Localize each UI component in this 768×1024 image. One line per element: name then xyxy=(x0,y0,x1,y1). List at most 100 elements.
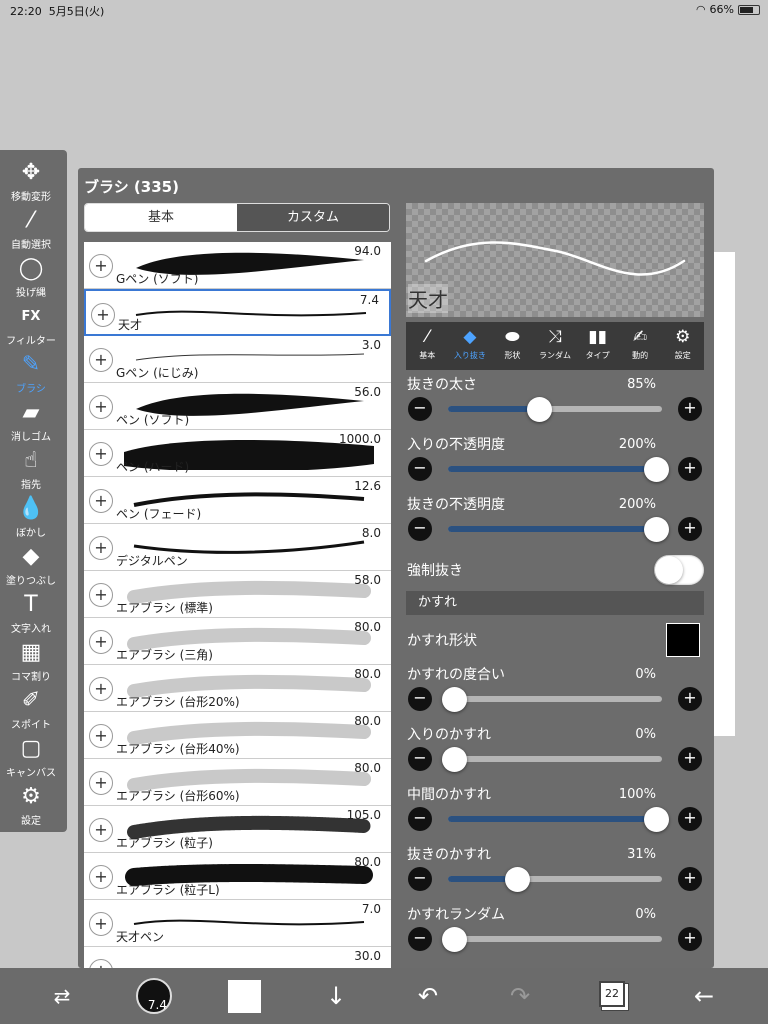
settings-tab[interactable]: ⁄ 基本 xyxy=(406,322,449,370)
slider-track[interactable] xyxy=(448,876,662,882)
brush-item[interactable]: +30.0 xyxy=(84,947,391,968)
increment-button[interactable]: + xyxy=(678,807,702,831)
increment-button[interactable]: + xyxy=(678,457,702,481)
brush-item[interactable]: +80.0 エアブラシ (台形20%) xyxy=(84,665,391,712)
redo-icon[interactable]: ↷ xyxy=(502,978,538,1014)
settings-tab[interactable]: ▮▮ タイプ xyxy=(576,322,619,370)
undo-icon[interactable]: ↶ xyxy=(410,978,446,1014)
tool-text[interactable]: T 文字入れ xyxy=(0,590,62,638)
scratch-shape-swatch[interactable] xyxy=(666,623,700,657)
slider-track[interactable] xyxy=(448,816,662,822)
add-to-custom-button[interactable]: + xyxy=(89,912,113,936)
decrement-button[interactable]: − xyxy=(408,747,432,771)
tab-custom[interactable]: カスタム xyxy=(237,204,389,231)
brush-stroke-sample xyxy=(124,951,374,968)
tab-basic[interactable]: 基本 xyxy=(85,204,237,231)
add-to-custom-button[interactable]: + xyxy=(89,724,113,748)
slider-track[interactable] xyxy=(448,756,662,762)
brush-item[interactable]: +105.0 エアブラシ (粒子) xyxy=(84,806,391,853)
increment-button[interactable]: + xyxy=(678,747,702,771)
settings-tab[interactable]: ✍ 動的 xyxy=(619,322,662,370)
tool-settings[interactable]: ⚙ 設定 xyxy=(0,782,62,830)
settings-tab[interactable]: ⬬ 形状 xyxy=(491,322,534,370)
decrement-button[interactable]: − xyxy=(408,457,432,481)
slider-track[interactable] xyxy=(448,936,662,942)
brush-item[interactable]: +80.0 エアブラシ (台形40%) xyxy=(84,712,391,759)
tool-canvas[interactable]: ▢ キャンバス xyxy=(0,734,62,782)
tool-magic[interactable]: ⁄ 自動選択 xyxy=(0,206,62,254)
add-to-custom-button[interactable]: + xyxy=(89,865,113,889)
tool-move[interactable]: ✥ 移動変形 xyxy=(0,158,62,206)
decrement-button[interactable]: − xyxy=(408,807,432,831)
slider-track[interactable] xyxy=(448,406,662,412)
brush-item[interactable]: +7.0 天才ペン xyxy=(84,900,391,947)
transform-quick-icon[interactable]: ⇄ xyxy=(44,978,80,1014)
brush-item[interactable]: +80.0 エアブラシ (粒子L) xyxy=(84,853,391,900)
tool-blur[interactable]: 💧 ぼかし xyxy=(0,494,62,542)
add-to-custom-button[interactable]: + xyxy=(89,630,113,654)
color-picker-button[interactable] xyxy=(228,980,261,1013)
increment-button[interactable]: + xyxy=(678,397,702,421)
tool-lasso[interactable]: ◯ 投げ縄 xyxy=(0,254,62,302)
brush-item[interactable]: +1000.0 ペン (ハード) xyxy=(84,430,391,477)
tool-fill[interactable]: ◆ 塗りつぶし xyxy=(0,542,62,590)
brush-item[interactable]: +56.0 ペン (ソフト) xyxy=(84,383,391,430)
add-to-custom-button[interactable]: + xyxy=(89,395,113,419)
settings-tab[interactable]: ⚙ 設定 xyxy=(661,322,704,370)
add-to-custom-button[interactable]: + xyxy=(89,254,113,278)
brush-item[interactable]: +58.0 エアブラシ (標準) xyxy=(84,571,391,618)
slider-knob[interactable] xyxy=(644,807,669,832)
tool-smudge[interactable]: ☝ 指先 xyxy=(0,446,62,494)
add-to-custom-button[interactable]: + xyxy=(89,489,113,513)
brush-item[interactable]: +12.6 ペン (フェード) xyxy=(84,477,391,524)
add-to-custom-button[interactable]: + xyxy=(89,677,113,701)
decrement-button[interactable]: − xyxy=(408,927,432,951)
increment-button[interactable]: + xyxy=(678,687,702,711)
slider-track[interactable] xyxy=(448,696,662,702)
add-to-custom-button[interactable]: + xyxy=(91,303,115,327)
tool-eyedrop[interactable]: ✐ スポイト xyxy=(0,686,62,734)
brush-icon: ✎ xyxy=(21,352,41,377)
layers-button[interactable]: 22 xyxy=(599,981,625,1007)
decrement-button[interactable]: − xyxy=(408,687,432,711)
force-out-toggle[interactable] xyxy=(654,555,704,585)
increment-button[interactable]: + xyxy=(678,867,702,891)
brush-item[interactable]: +94.0 Gペン (ソフト) xyxy=(84,242,391,289)
decrement-button[interactable]: − xyxy=(408,867,432,891)
slider-track[interactable] xyxy=(448,526,662,532)
brush-item[interactable]: +8.0 デジタルペン xyxy=(84,524,391,571)
brush-item[interactable]: +3.0 Gペン (にじみ) xyxy=(84,336,391,383)
tool-eraser[interactable]: ▰ 消しゴム xyxy=(0,398,62,446)
down-arrow-icon[interactable]: ↓ xyxy=(318,978,354,1014)
slider-knob[interactable] xyxy=(504,867,530,892)
slider-knob[interactable] xyxy=(442,687,467,712)
slider-track[interactable] xyxy=(448,466,662,472)
tool-brush[interactable]: ✎ ブラシ xyxy=(0,350,62,398)
add-to-custom-button[interactable]: + xyxy=(89,348,113,372)
tool-fx[interactable]: FX フィルター xyxy=(0,302,62,350)
add-to-custom-button[interactable]: + xyxy=(89,771,113,795)
back-arrow-icon[interactable]: ← xyxy=(686,978,722,1014)
tool-frame[interactable]: ▦ コマ割り xyxy=(0,638,62,686)
add-to-custom-button[interactable]: + xyxy=(89,818,113,842)
slider-knob[interactable] xyxy=(644,457,669,482)
settings-tab[interactable]: ◆ 入り抜き xyxy=(449,322,492,370)
add-to-custom-button[interactable]: + xyxy=(89,583,113,607)
brush-size-button[interactable]: 7.4 xyxy=(136,978,172,1014)
add-to-custom-button[interactable]: + xyxy=(89,959,113,968)
slider-knob[interactable] xyxy=(526,397,552,422)
slider-knob[interactable] xyxy=(442,927,467,952)
brush-item[interactable]: +7.4 天才 xyxy=(84,289,391,336)
decrement-button[interactable]: − xyxy=(408,397,432,421)
increment-button[interactable]: + xyxy=(678,927,702,951)
slider-knob[interactable] xyxy=(442,747,467,772)
settings-tab[interactable]: ⤨ ランダム xyxy=(534,322,577,370)
increment-button[interactable]: + xyxy=(678,517,702,541)
slider-knob[interactable] xyxy=(644,517,669,542)
decrement-button[interactable]: − xyxy=(408,517,432,541)
add-to-custom-button[interactable]: + xyxy=(89,536,113,560)
brush-item[interactable]: +80.0 エアブラシ (三角) xyxy=(84,618,391,665)
brush-item[interactable]: +80.0 エアブラシ (台形60%) xyxy=(84,759,391,806)
add-to-custom-button[interactable]: + xyxy=(89,442,113,466)
brush-list[interactable]: +94.0 Gペン (ソフト) +7.4 天才 +3.0 Gペン (にじみ) +56.0 ペン… xyxy=(84,242,391,968)
